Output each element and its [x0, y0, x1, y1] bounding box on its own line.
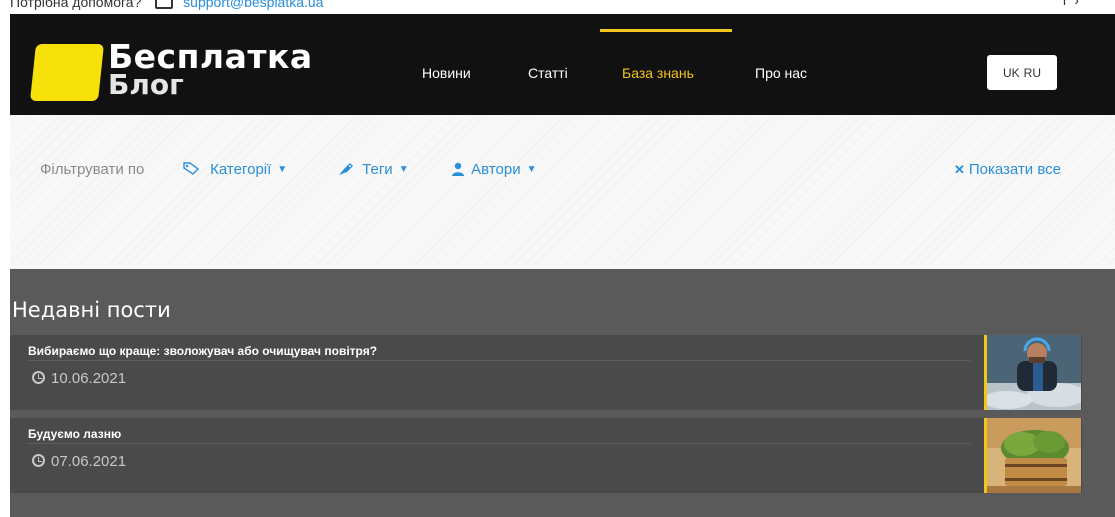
nav-news[interactable]: Новини: [422, 65, 471, 81]
post-title[interactable]: Будуємо лазню: [28, 427, 121, 441]
social-icons[interactable]: f ›: [1063, 0, 1079, 8]
help-text: Потрібна допомога?: [10, 0, 142, 10]
post-card[interactable]: Будуємо лазню 07.06.2021: [10, 418, 1082, 493]
logo-text[interactable]: Бесплатка Блог: [108, 40, 313, 99]
filter-label: Фільтрувати по: [40, 161, 145, 178]
post-divider: [28, 443, 970, 444]
post-date: 10.06.2021: [32, 370, 126, 387]
top-info-bar: Потрібна допомога? support@besplatka.ua …: [0, 0, 1115, 14]
recent-posts-section: Недавні пости Вибираємо що краще: зволож…: [10, 269, 1115, 517]
post-date-value: 07.06.2021: [51, 453, 127, 470]
post-thumbnail-image: [987, 335, 1081, 410]
filter-categories-dropdown[interactable]: Категорії ▼: [183, 161, 287, 178]
chevron-down-icon: ▼: [398, 164, 409, 175]
logo-shape: [30, 44, 104, 101]
chevron-down-icon: ▼: [277, 164, 288, 175]
filter-authors-dropdown[interactable]: Автори ▼: [451, 161, 537, 178]
post-divider: [28, 360, 970, 361]
lang-uk[interactable]: UK: [1003, 66, 1020, 80]
lang-ru[interactable]: RU: [1024, 66, 1041, 80]
post-thumbnail-image: [987, 418, 1081, 493]
show-all-button[interactable]: ✕ Показати все: [954, 161, 1061, 178]
filter-bar: Фільтрувати по Категорії ▼ Теги ▼ Автори ▼ …: [10, 115, 1115, 269]
post-date: 07.06.2021: [32, 453, 126, 470]
recent-posts-heading: Недавні пости: [12, 298, 171, 322]
filter-tags-label: Теги: [362, 161, 393, 178]
logo-mark[interactable]: [30, 42, 104, 102]
post-card[interactable]: Вибираємо що краще: зволожувач або очищу…: [10, 335, 1082, 410]
filter-categories-label: Категорії: [210, 161, 272, 178]
post-thumbnail[interactable]: [984, 335, 1081, 410]
tag-icon: [339, 163, 353, 175]
post-date-value: 10.06.2021: [51, 370, 127, 387]
post-thumbnail[interactable]: [984, 418, 1081, 493]
active-nav-indicator: [600, 29, 732, 32]
filter-tags-dropdown[interactable]: Теги ▼: [338, 161, 409, 178]
filter-authors-label: Автори: [471, 161, 521, 178]
mail-icon: [155, 0, 174, 10]
show-all-label: Показати все: [968, 161, 1061, 178]
filter-row: Фільтрувати по Категорії ▼ Теги ▼ Автори ▼ …: [10, 161, 1115, 183]
nav-knowledge-base[interactable]: База знань: [622, 65, 694, 81]
close-icon: ✕: [953, 162, 965, 177]
clock-icon: [32, 454, 45, 467]
user-icon: [452, 162, 464, 176]
post-title[interactable]: Вибираємо що краще: зволожувач або очищу…: [28, 344, 377, 358]
clock-icon: [32, 371, 45, 384]
chevron-down-icon: ▼: [526, 164, 537, 175]
help-line: Потрібна допомога? support@besplatka.ua: [10, 0, 323, 10]
support-email-link[interactable]: support@besplatka.ua: [183, 0, 323, 10]
language-switcher: UK RU: [987, 55, 1057, 90]
category-tag-icon: [183, 162, 200, 175]
site-header: Бесплатка Блог Новини Статті База знань …: [10, 14, 1115, 115]
nav-about[interactable]: Про нас: [755, 65, 807, 81]
nav-articles[interactable]: Статті: [528, 65, 568, 81]
